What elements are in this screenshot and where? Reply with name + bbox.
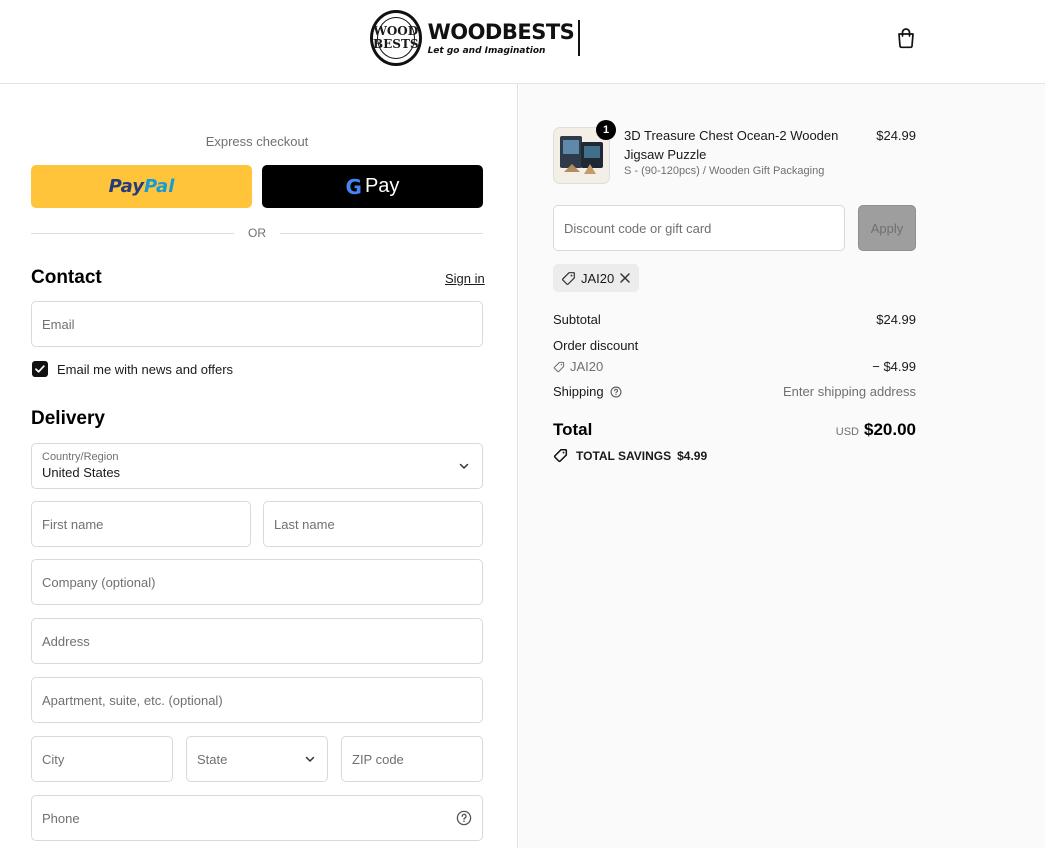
address-placeholder: Address [42,634,90,649]
order-summary: 1 3D Treasure Chest Ocean-2 Wooden Jigsa… [519,84,1045,848]
product-price: $24.99 [876,128,916,143]
zip-field[interactable]: ZIP code [341,736,483,782]
newsletter-label: Email me with news and offers [57,362,234,377]
country-label: Country/Region [42,451,119,463]
or-label: OR [248,226,266,240]
city-field[interactable]: City [31,736,173,782]
address-field[interactable]: Address [31,618,483,664]
checkout-form: Express checkout PayPal G Pay OR Contact… [0,84,518,848]
discount-code-label: JAI20 [570,359,604,374]
quantity-badge: 1 [596,120,616,140]
shipping-label: Shipping [553,384,604,399]
subtotal-label: Subtotal [553,312,601,327]
discount-placeholder: Discount code or gift card [564,221,712,236]
logo-divider [578,20,580,56]
google-pay-button[interactable]: G Pay [262,165,483,208]
apply-discount-button[interactable]: Apply [858,205,916,251]
email-placeholder: Email [42,317,75,332]
total-label: Total [553,420,593,439]
product-variant: S - (90-120pcs) / Wooden Gift Packaging [624,165,825,177]
or-divider: OR [31,224,483,242]
savings-label: TOTAL SAVINGS [576,448,672,463]
shopping-bag-icon[interactable] [895,27,917,49]
subtotal-value: $24.99 [876,312,916,327]
email-field[interactable]: Email [31,301,483,347]
country-select[interactable]: Country/Region United States [31,443,483,489]
company-placeholder: Company (optional) [42,575,156,590]
state-select[interactable]: State [186,736,328,782]
header: WOOD BESTS WOODBESTS Let go and Imaginat… [0,0,1045,84]
help-circle-icon[interactable] [456,810,472,826]
logo-badge-bottom: BESTS [373,37,419,51]
brand-tagline: Let go and Imagination [427,46,546,56]
logo-badge: WOOD BESTS [370,10,422,66]
remove-discount-icon[interactable] [618,271,632,285]
last-name-field[interactable]: Last name [263,501,483,547]
phone-placeholder: Phone [42,811,80,826]
first-name-placeholder: First name [42,517,104,532]
paypal-logo-pal: Pal [144,176,175,197]
last-name-placeholder: Last name [274,517,335,532]
help-circle-icon[interactable] [610,386,622,398]
chevron-down-icon [459,463,469,469]
google-pay-label: Pay [364,175,400,197]
city-placeholder: City [42,752,65,767]
applied-discount-chip: JAI20 [553,264,639,292]
first-name-field[interactable]: First name [31,501,251,547]
express-checkout-label: Express checkout [205,134,309,149]
discount-code-row: JAI20 [553,359,603,374]
checkmark-icon [35,365,45,373]
shipping-value: Enter shipping address [783,384,916,399]
sign-in-link[interactable]: Sign in [445,271,485,286]
order-discount-label: Order discount [553,338,639,353]
phone-field[interactable]: Phone [31,795,483,841]
discount-code-input[interactable]: Discount code or gift card [553,205,845,251]
brand-name: WOODBESTS [427,20,575,44]
tag-icon [562,271,575,285]
applied-code: JAI20 [581,270,615,286]
brand-logo[interactable]: WOOD BESTS WOODBESTS Let go and Imaginat… [370,10,580,66]
chevron-down-icon [305,756,315,762]
shipping-row: Shipping [553,384,622,399]
total-value: $20.00 [864,420,916,439]
tag-icon [553,361,565,372]
apartment-placeholder: Apartment, suite, etc. (optional) [42,693,223,708]
paypal-logo-pay: Pay [108,176,144,197]
paypal-button[interactable]: PayPal [31,165,252,208]
country-value: United States [42,465,121,480]
google-g-icon: G [345,174,362,199]
company-field[interactable]: Company (optional) [31,559,483,605]
state-placeholder: State [197,752,228,767]
newsletter-checkbox[interactable] [32,361,48,377]
total-savings: TOTAL SAVINGS $4.99 [553,448,707,463]
delivery-heading: Delivery [31,408,105,429]
product-name: 3D Treasure Chest Ocean-2 Wooden Jigsaw … [624,128,839,162]
apartment-field[interactable]: Apartment, suite, etc. (optional) [31,677,483,723]
tag-icon [553,448,568,463]
contact-heading: Contact [31,267,102,288]
currency-code: USD [835,426,859,438]
savings-value: $4.99 [677,448,708,463]
discount-value: − $4.99 [872,359,916,374]
zip-placeholder: ZIP code [352,752,404,767]
